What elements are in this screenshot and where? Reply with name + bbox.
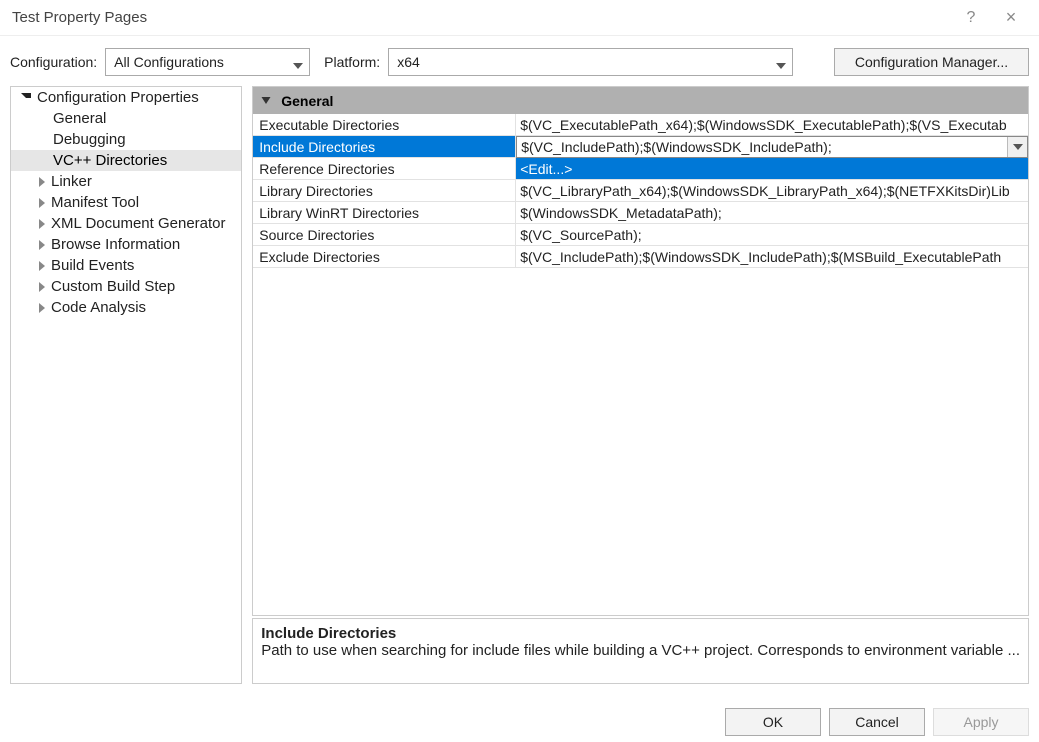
property-row[interactable]: Executable Directories$(VC_ExecutablePat… <box>253 114 1028 136</box>
property-name: Source Directories <box>253 224 516 245</box>
property-row[interactable]: Source Directories$(VC_SourcePath); <box>253 224 1028 246</box>
ok-button[interactable]: OK <box>725 708 821 736</box>
chevron-down-icon <box>776 56 786 72</box>
tree-item-debugging[interactable]: Debugging <box>11 129 241 150</box>
tree-item-general[interactable]: General <box>11 108 241 129</box>
chevron-down-icon <box>293 56 303 72</box>
platform-label: Platform: <box>324 54 380 70</box>
property-name: Library WinRT Directories <box>253 202 516 223</box>
property-row[interactable]: Library Directories$(VC_LibraryPath_x64)… <box>253 180 1028 202</box>
property-value[interactable]: $(VC_IncludePath);$(WindowsSDK_IncludePa… <box>516 136 1028 158</box>
tree-item-browse-information[interactable]: Browse Information <box>11 234 241 255</box>
property-name: Library Directories <box>253 180 516 201</box>
property-name: Include Directories <box>253 136 516 157</box>
property-row[interactable]: Reference Directories<Edit...> <box>253 158 1028 180</box>
cancel-button[interactable]: Cancel <box>829 708 925 736</box>
description-panel: Include Directories Path to use when sea… <box>252 618 1029 684</box>
expand-closed-icon <box>39 219 45 229</box>
configuration-value: All Configurations <box>114 54 224 70</box>
property-value[interactable]: $(VC_IncludePath);$(WindowsSDK_IncludePa… <box>516 246 1028 267</box>
tree-item-label: Custom Build Step <box>51 278 175 295</box>
tree-item-label: General <box>53 110 106 127</box>
tree-item-label: Manifest Tool <box>51 194 139 211</box>
property-value[interactable]: $(VC_LibraryPath_x64);$(WindowsSDK_Libra… <box>516 180 1028 201</box>
description-text: Path to use when searching for include f… <box>261 642 1020 659</box>
close-button[interactable]: × <box>991 7 1031 28</box>
titlebar: Test Property Pages ? × <box>0 0 1039 36</box>
tree-item-build-events[interactable]: Build Events <box>11 255 241 276</box>
window-title: Test Property Pages <box>8 9 951 26</box>
expand-open-icon <box>21 93 31 98</box>
tree-root[interactable]: Configuration Properties <box>11 87 241 108</box>
chevron-down-icon <box>262 97 271 104</box>
tree-item-label: Code Analysis <box>51 299 146 316</box>
group-header[interactable]: General <box>253 87 1028 114</box>
tree-item-label: Linker <box>51 173 92 190</box>
property-row[interactable]: Exclude Directories$(VC_IncludePath);$(W… <box>253 246 1028 268</box>
expand-closed-icon <box>39 282 45 292</box>
platform-combo[interactable]: x64 <box>388 48 793 76</box>
configuration-combo[interactable]: All Configurations <box>105 48 310 76</box>
group-header-label: General <box>281 93 333 109</box>
tree-item-label: VC++ Directories <box>53 152 167 169</box>
tree-item-vc-directories[interactable]: VC++ Directories <box>11 150 241 171</box>
tree-item-linker[interactable]: Linker <box>11 171 241 192</box>
property-value[interactable]: $(VC_SourcePath); <box>516 224 1028 245</box>
property-name: Executable Directories <box>253 114 516 135</box>
tree-panel: Configuration Properties General Debuggin… <box>10 86 242 684</box>
tree-item-label: XML Document Generator <box>51 215 226 232</box>
footer: OK Cancel Apply <box>725 708 1029 736</box>
expand-closed-icon <box>39 198 45 208</box>
help-button[interactable]: ? <box>951 9 991 27</box>
property-value[interactable]: $(VC_ExecutablePath_x64);$(WindowsSDK_Ex… <box>516 114 1028 135</box>
expand-closed-icon <box>39 240 45 250</box>
chevron-down-icon <box>1013 144 1023 150</box>
expand-closed-icon <box>39 177 45 187</box>
property-row[interactable]: Library WinRT Directories$(WindowsSDK_Me… <box>253 202 1028 224</box>
configuration-label: Configuration: <box>10 54 97 70</box>
tree-item-xml-document-generator[interactable]: XML Document Generator <box>11 213 241 234</box>
tree-root-label: Configuration Properties <box>37 89 199 106</box>
property-name: Reference Directories <box>253 158 516 179</box>
property-value[interactable]: <Edit...> <box>516 158 1028 179</box>
property-grid: General Executable Directories$(VC_Execu… <box>252 86 1029 616</box>
tree-item-code-analysis[interactable]: Code Analysis <box>11 297 241 318</box>
description-name: Include Directories <box>261 625 1020 642</box>
property-name: Exclude Directories <box>253 246 516 267</box>
expand-closed-icon <box>39 303 45 313</box>
apply-button[interactable]: Apply <box>933 708 1029 736</box>
configuration-manager-button[interactable]: Configuration Manager... <box>834 48 1029 76</box>
expand-closed-icon <box>39 261 45 271</box>
tree-item-label: Browse Information <box>51 236 180 253</box>
dropdown-button[interactable] <box>1007 137 1027 157</box>
tree-item-label: Debugging <box>53 131 126 148</box>
tree-item-label: Build Events <box>51 257 134 274</box>
tree-item-manifest-tool[interactable]: Manifest Tool <box>11 192 241 213</box>
property-value[interactable]: $(WindowsSDK_MetadataPath); <box>516 202 1028 223</box>
property-row[interactable]: Include Directories$(VC_IncludePath);$(W… <box>253 136 1028 158</box>
platform-value: x64 <box>397 54 420 70</box>
tree-item-custom-build-step[interactable]: Custom Build Step <box>11 276 241 297</box>
config-row: Configuration: All Configurations Platfo… <box>0 36 1039 86</box>
